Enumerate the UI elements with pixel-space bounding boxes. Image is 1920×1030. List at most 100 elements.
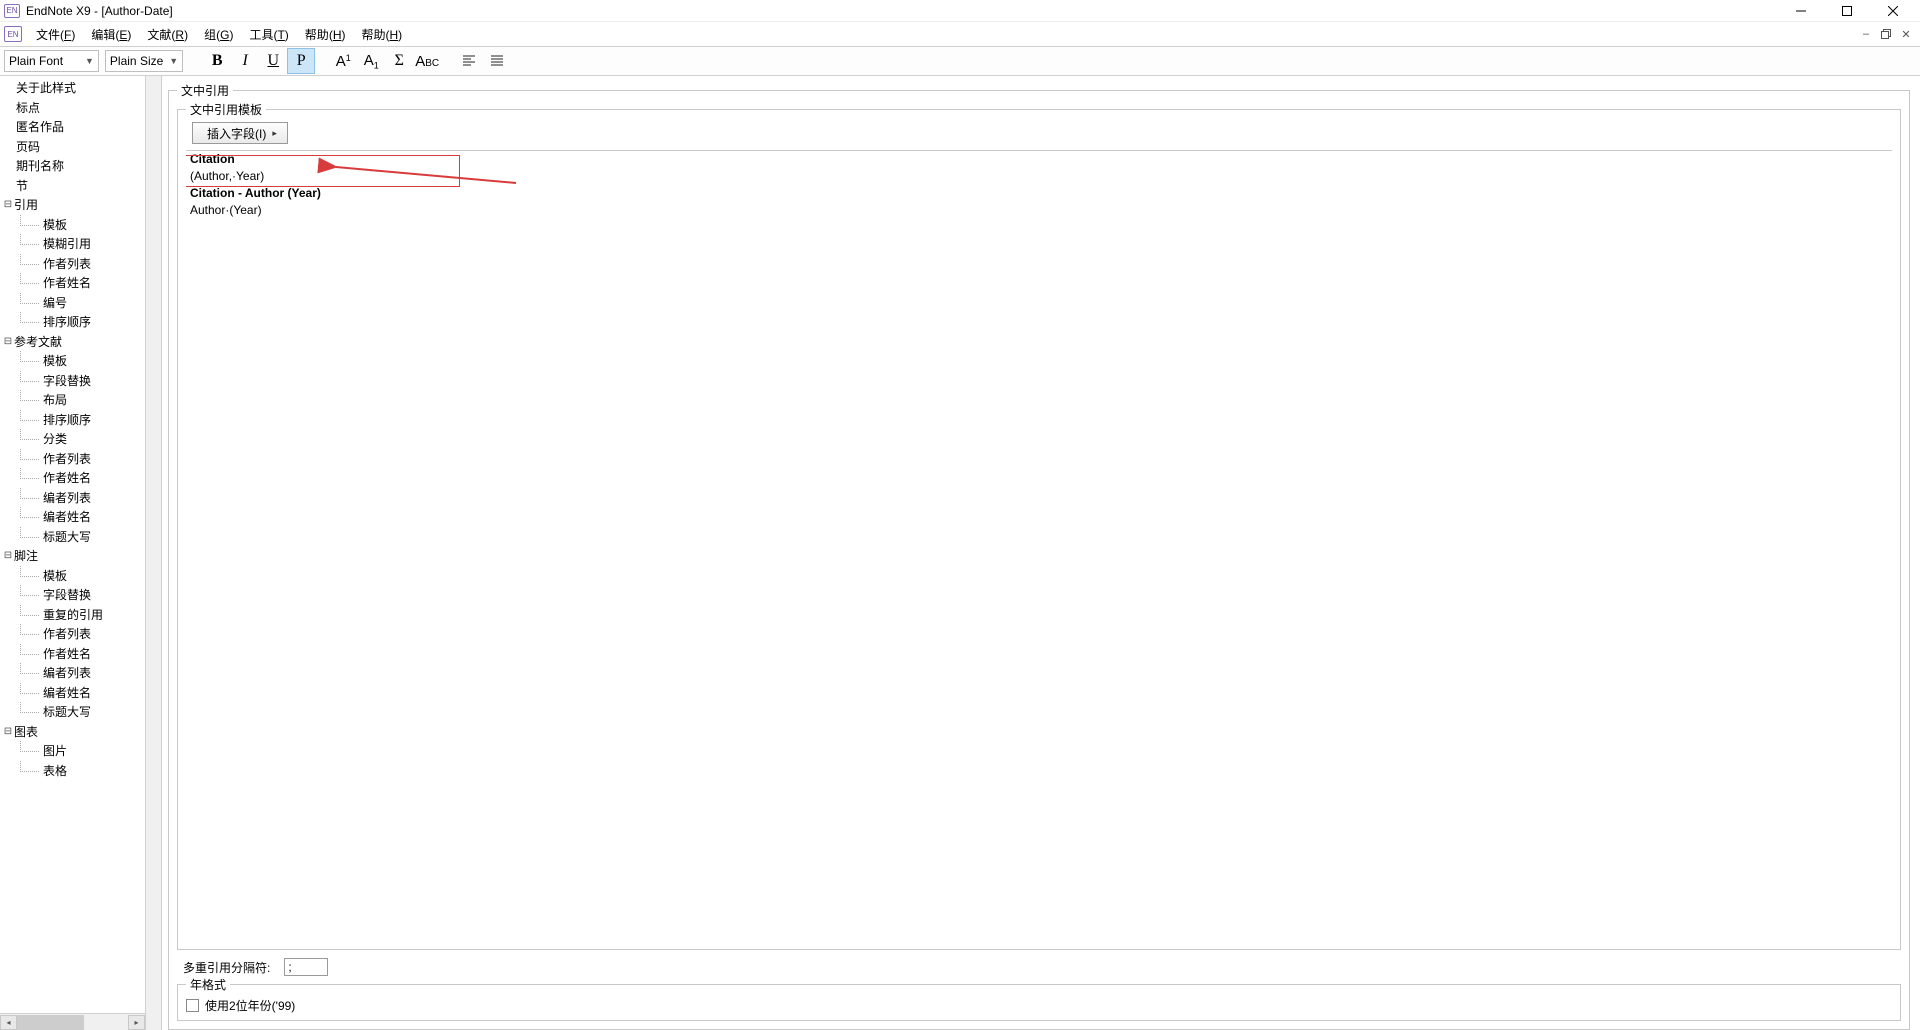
align-left-button[interactable]	[455, 48, 483, 74]
mdi-restore-button[interactable]	[1878, 26, 1894, 42]
window-maximize-button[interactable]	[1824, 0, 1870, 22]
tree-item[interactable]: 标题大写	[0, 527, 145, 547]
italic-button[interactable]: I	[231, 48, 259, 74]
bold-button[interactable]: B	[203, 48, 231, 74]
menu-refs[interactable]: 文献(R)	[139, 24, 196, 45]
tree-item[interactable]: 编者列表	[0, 663, 145, 683]
two-digit-year-checkbox[interactable]	[186, 999, 199, 1012]
tree-item-label: 编者列表	[43, 664, 91, 681]
separator-input[interactable]	[284, 958, 328, 976]
tree-item-label: 引用	[14, 196, 38, 213]
tree-item-label: 匿名作品	[16, 118, 64, 135]
mdi-close-button[interactable]: ✕	[1898, 26, 1914, 42]
tree-item-label: 标点	[16, 99, 40, 116]
tree-item[interactable]: 模板	[0, 215, 145, 235]
tree-item[interactable]: 标题大写	[0, 702, 145, 722]
two-digit-year-label: 使用2位年份('99)	[205, 997, 295, 1014]
tree-item[interactable]: ⊟脚注	[0, 546, 145, 566]
subscript-button[interactable]: A1	[357, 48, 385, 74]
window-minimize-button[interactable]	[1778, 0, 1824, 22]
tree-expander-icon[interactable]: ⊟	[2, 199, 14, 210]
menu-tools[interactable]: 工具(T)	[241, 24, 296, 45]
splitter[interactable]	[146, 76, 162, 1030]
tree-item-label: 作者姓名	[43, 274, 91, 291]
menu-group[interactable]: 组(G)	[196, 24, 241, 45]
tree-item[interactable]: 模糊引用	[0, 234, 145, 254]
scroll-thumb[interactable]	[17, 1015, 84, 1030]
tree-item[interactable]: 编号	[0, 293, 145, 313]
font-combo[interactable]: Plain Font ▼	[4, 50, 99, 72]
citation-template-legend: 文中引用模板	[186, 101, 266, 118]
main-panel: 文中引用 文中引用模板 插入字段(I) ▸ Citation (Author,·…	[162, 76, 1920, 1030]
tree-item[interactable]: 编者列表	[0, 488, 145, 508]
tree-item[interactable]: 模板	[0, 566, 145, 586]
template-editor[interactable]: Citation (Author,·Year) Citation - Autho…	[186, 150, 1892, 941]
tree-item-label: 编者列表	[43, 489, 91, 506]
tree-item[interactable]: 作者列表	[0, 254, 145, 274]
citation-template-group: 文中引用模板 插入字段(I) ▸ Citation (Author,·Year)…	[177, 109, 1901, 950]
window-close-button[interactable]	[1870, 0, 1916, 22]
tree-item[interactable]: 字段替换	[0, 371, 145, 391]
menu-edit[interactable]: 编辑(E)	[83, 24, 139, 45]
insert-field-button[interactable]: 插入字段(I) ▸	[192, 122, 288, 144]
tree-item[interactable]: 页码	[0, 137, 145, 157]
underline-button[interactable]: U	[259, 48, 287, 74]
tree-item[interactable]: 关于此样式	[0, 78, 145, 98]
style-tree[interactable]: 关于此样式标点匿名作品页码期刊名称节⊟引用模板模糊引用作者列表作者姓名编号排序顺…	[0, 76, 145, 1013]
chevron-down-icon: ▼	[85, 56, 94, 66]
tree-item-label: 期刊名称	[16, 157, 64, 174]
symbol-button[interactable]: Σ	[385, 48, 413, 74]
menu-file[interactable]: 文件(F)	[28, 24, 83, 45]
year-format-group: 年格式 使用2位年份('99)	[177, 984, 1901, 1021]
align-justify-button[interactable]	[483, 48, 511, 74]
tree-item[interactable]: 作者列表	[0, 624, 145, 644]
tree-item[interactable]: 字段替换	[0, 585, 145, 605]
sidebar-hscrollbar[interactable]: ◂ ▸	[0, 1013, 145, 1030]
tree-item[interactable]: 节	[0, 176, 145, 196]
scroll-right-button[interactable]: ▸	[128, 1015, 145, 1030]
tree-item[interactable]: 重复的引用	[0, 605, 145, 625]
tree-item[interactable]: 作者姓名	[0, 644, 145, 664]
scroll-track[interactable]	[17, 1015, 128, 1030]
mdi-minimize-button[interactable]: –	[1858, 26, 1874, 42]
tree-item-label: 模糊引用	[43, 235, 91, 252]
tree-item[interactable]: 图片	[0, 741, 145, 761]
tree-item[interactable]: 匿名作品	[0, 117, 145, 137]
tree-item[interactable]: ⊟引用	[0, 195, 145, 215]
tree-item[interactable]: ⊟参考文献	[0, 332, 145, 352]
insert-field-label: 插入字段(I)	[207, 125, 266, 142]
tree-expander-icon[interactable]: ⊟	[2, 726, 14, 737]
tree-item[interactable]: 排序顺序	[0, 410, 145, 430]
tree-item[interactable]: 作者姓名	[0, 273, 145, 293]
tree-item[interactable]: 表格	[0, 761, 145, 781]
tree-item-label: 模板	[43, 216, 67, 233]
scroll-left-button[interactable]: ◂	[0, 1015, 17, 1030]
tree-expander-icon[interactable]: ⊟	[2, 550, 14, 561]
doc-icon: EN	[4, 26, 22, 42]
tree-item[interactable]: 模板	[0, 351, 145, 371]
citation-body-1[interactable]: (Author,·Year)	[186, 168, 1892, 185]
tree-item-label: 分类	[43, 430, 67, 447]
tree-item-label: 图表	[14, 723, 38, 740]
tree-item[interactable]: 作者姓名	[0, 468, 145, 488]
tree-item[interactable]: 编者姓名	[0, 507, 145, 527]
tree-item-label: 编者姓名	[43, 508, 91, 525]
tree-expander-icon[interactable]: ⊟	[2, 336, 14, 347]
tree-item[interactable]: 分类	[0, 429, 145, 449]
tree-item[interactable]: 期刊名称	[0, 156, 145, 176]
menu-help2[interactable]: 帮助(H)	[353, 24, 410, 45]
tree-item[interactable]: 编者姓名	[0, 683, 145, 703]
tree-item-label: 模板	[43, 352, 67, 369]
size-combo[interactable]: Plain Size ▼	[105, 50, 183, 72]
smallcaps-button[interactable]: ABC	[413, 48, 441, 74]
tree-item[interactable]: 排序顺序	[0, 312, 145, 332]
citation-body-2[interactable]: Author·(Year)	[186, 202, 1892, 219]
superscript-button[interactable]: A1	[329, 48, 357, 74]
tree-item[interactable]: ⊟图表	[0, 722, 145, 742]
tree-item[interactable]: 作者列表	[0, 449, 145, 469]
tree-item-label: 字段替换	[43, 372, 91, 389]
menu-help[interactable]: 帮助(H)	[297, 24, 354, 45]
plain-button[interactable]: P	[287, 48, 315, 74]
tree-item[interactable]: 标点	[0, 98, 145, 118]
tree-item[interactable]: 布局	[0, 390, 145, 410]
